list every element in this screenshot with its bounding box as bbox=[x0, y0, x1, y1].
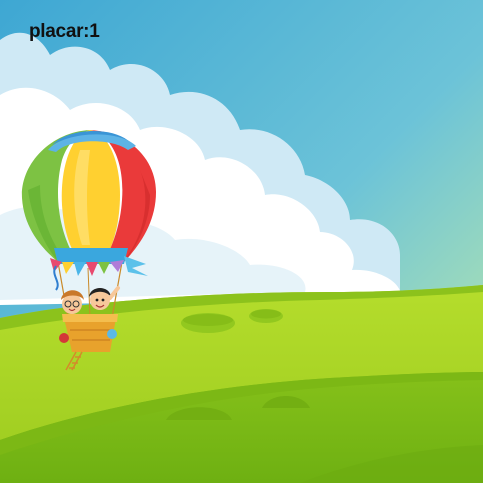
score-label: placar:1 bbox=[29, 21, 100, 42]
game-stage[interactable]: placar:1 bbox=[0, 0, 483, 483]
game-scene bbox=[0, 0, 483, 483]
hole-rim bbox=[251, 309, 281, 319]
hole-rim bbox=[183, 314, 233, 326]
